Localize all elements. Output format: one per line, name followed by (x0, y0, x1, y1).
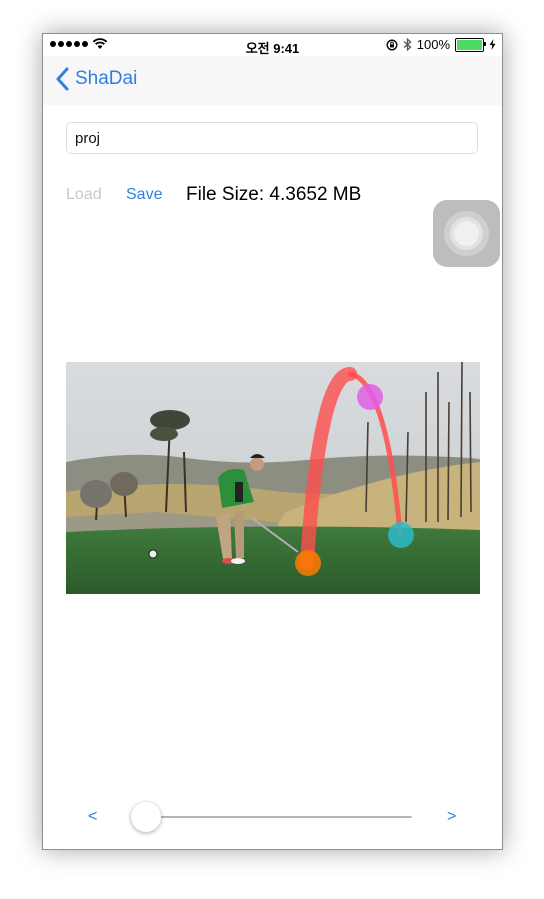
save-button[interactable]: Save (126, 186, 162, 204)
charging-bolt-icon (489, 39, 496, 50)
next-frame-button[interactable]: > (447, 808, 456, 826)
golf-swing-image (66, 362, 480, 594)
chevron-left-icon (56, 67, 69, 91)
previous-frame-button[interactable]: < (88, 808, 97, 826)
apex-marker (357, 384, 383, 410)
start-marker (295, 550, 321, 576)
landing-marker (388, 522, 414, 548)
orientation-lock-icon (386, 39, 398, 50)
back-button[interactable]: ShaDai (55, 67, 137, 91)
bluetooth-icon (403, 38, 412, 51)
assistive-touch-button[interactable] (433, 200, 500, 267)
project-name-field[interactable]: proj (66, 122, 478, 154)
phone-screen: 오전 9:41 100% ShaDai proj Load Save File … (42, 33, 503, 850)
file-size-label: File Size: 4.3652 MB (186, 184, 362, 205)
battery-percent: 100% (416, 37, 450, 52)
back-label: ShaDai (75, 68, 138, 89)
scrubber-thumb[interactable] (131, 802, 161, 832)
status-right: 100% (386, 37, 496, 52)
status-bar: 오전 9:41 100% (43, 34, 502, 56)
navigation-bar: ShaDai (43, 56, 502, 105)
frame-scrubber: < > (43, 802, 502, 834)
load-button[interactable]: Load (66, 186, 102, 204)
battery-icon (455, 37, 486, 52)
video-frame[interactable] (66, 362, 480, 594)
scrubber-track[interactable] (146, 816, 412, 818)
